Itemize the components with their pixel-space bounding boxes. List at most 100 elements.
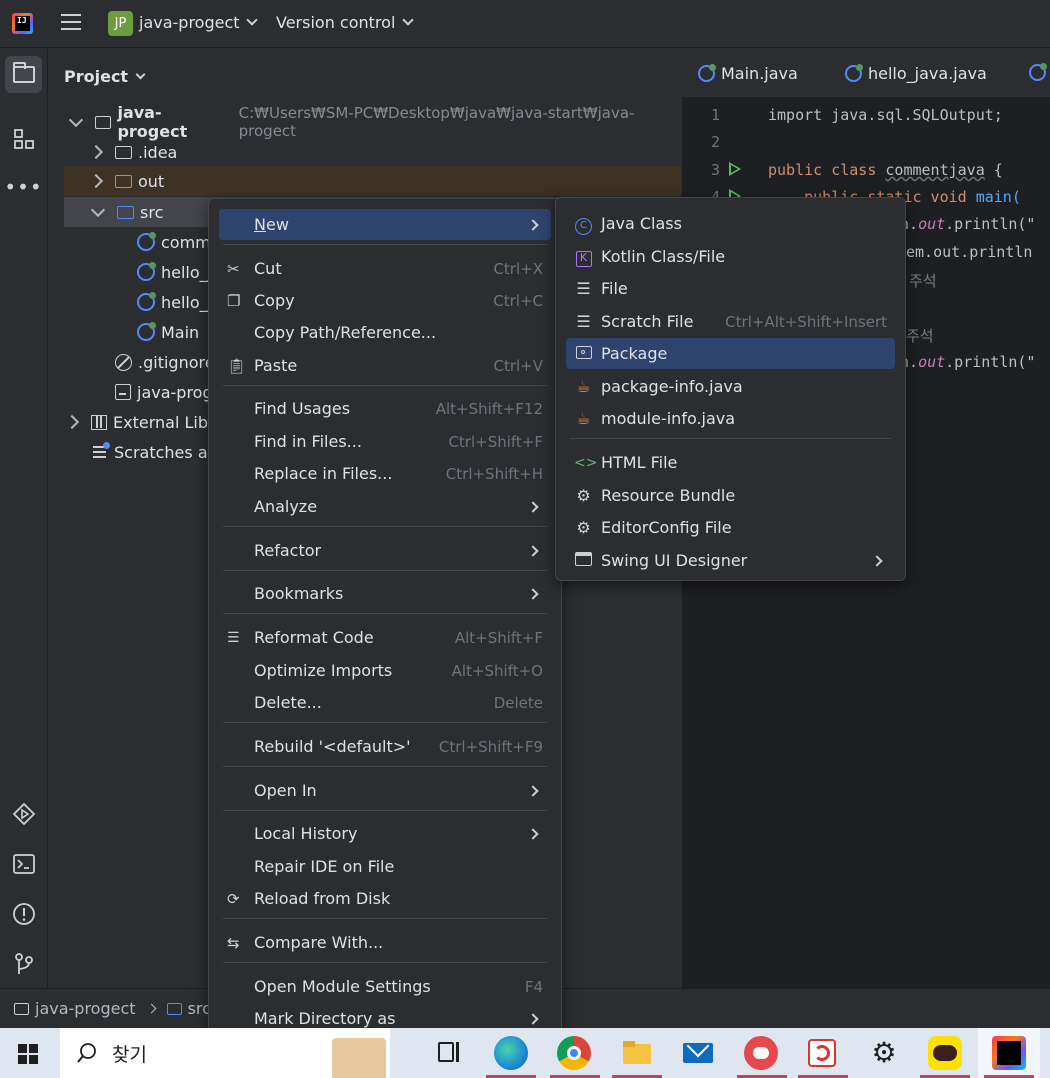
chevron-right-icon <box>64 414 80 430</box>
chrome-browser-icon[interactable] <box>557 1036 591 1070</box>
chevron-down-icon <box>68 112 83 128</box>
context-menu: New ✂ Cut Ctrl+X ❐ Copy Ctrl+C Copy Path/Ref… <box>208 198 562 1040</box>
tool-window-strip: ••• <box>0 48 48 988</box>
menu-item-compare-with[interactable]: ⇆ Compare With... <box>219 927 551 958</box>
project-badge[interactable]: JP <box>108 11 133 36</box>
breadcrumb-project[interactable]: java-progect <box>35 999 136 1018</box>
menu-item-open-in[interactable]: Open In <box>219 775 551 806</box>
menu-item-local-history[interactable]: Local History <box>219 818 551 849</box>
menu-item-analyze[interactable]: Analyze <box>219 491 551 522</box>
chevron-right-icon <box>527 500 539 513</box>
task-view-icon[interactable] <box>432 1036 466 1070</box>
more-icon: ••• <box>4 174 43 199</box>
menu-item-find-usages[interactable]: Find Usages Alt+Shift+F12 <box>219 393 551 424</box>
windows-taskbar: 찾기 ⚙ <box>0 1028 1050 1078</box>
chevron-right-icon <box>871 554 883 567</box>
project-tool-button[interactable] <box>5 56 42 93</box>
submenu-item-package-info[interactable]: ☕︎ package-info.java <box>566 371 895 402</box>
java-file-icon: ☕︎ <box>576 409 591 428</box>
editor-tabs: Main.java hello_java.java <box>682 48 1050 98</box>
menu-item-cut[interactable]: ✂ Cut Ctrl+X <box>219 253 551 284</box>
kakaotalk-icon[interactable] <box>928 1036 962 1070</box>
menu-item-delete[interactable]: Delete... Delete <box>219 687 551 718</box>
submenu-item-java-class[interactable]: C Java Class <box>566 208 895 239</box>
chevron-right-icon <box>88 144 104 160</box>
folder-icon <box>115 145 132 159</box>
menu-item-new[interactable]: New <box>219 209 551 240</box>
tree-root[interactable]: java-progect C:₩Users₩SM-PC₩Desktop₩java… <box>49 103 681 141</box>
vcs-selector[interactable]: Version control <box>276 13 415 32</box>
tab-main-java[interactable]: Main.java <box>698 64 798 83</box>
submenu-item-editorconfig[interactable]: ⚙ EditorConfig File <box>566 512 895 543</box>
tree-item-out[interactable]: out <box>64 166 681 196</box>
new-submenu: C Java Class K Kotlin Class/File ☰ File ☰ Sc… <box>555 197 906 581</box>
project-panel-header[interactable]: Project <box>64 67 146 86</box>
settings-gear-icon[interactable]: ⚙ <box>867 1036 901 1070</box>
java-class-icon <box>137 232 156 251</box>
submenu-item-scratch[interactable]: ☰ Scratch File Ctrl+Alt+Shift+Insert <box>566 306 895 337</box>
menu-item-paste[interactable]: 📋︎ Paste Ctrl+V <box>219 350 551 381</box>
tab-overflow[interactable] <box>1029 63 1050 81</box>
chat-bot-app-icon[interactable] <box>744 1036 778 1070</box>
java-class-icon <box>1029 63 1047 81</box>
submenu-item-file[interactable]: ☰ File <box>566 273 895 304</box>
chevron-right-icon <box>527 218 539 231</box>
submenu-item-module-info[interactable]: ☕︎ module-info.java <box>566 403 895 434</box>
intellij-logo-icon[interactable]: IJ <box>12 13 33 34</box>
menu-item-refactor[interactable]: Refactor <box>219 535 551 566</box>
submenu-item-html[interactable]: <> HTML File <box>566 447 895 478</box>
code-comment: 주석 <box>909 272 937 290</box>
git-branch-icon <box>14 952 33 974</box>
structure-icon <box>13 128 34 149</box>
breadcrumb: java-progect src <box>14 999 211 1018</box>
mail-icon[interactable] <box>681 1034 715 1070</box>
menu-item-optimize-imports[interactable]: Optimize Imports Alt+Shift+O <box>219 655 551 686</box>
file-explorer-icon[interactable] <box>620 1036 654 1070</box>
scratch-file-icon: ☰ <box>576 312 591 331</box>
tree-item-idea[interactable]: .idea <box>49 137 681 167</box>
main-menu-icon[interactable] <box>61 14 81 32</box>
terminal-icon <box>12 853 35 874</box>
menu-item-reformat-code[interactable]: ☰ Reformat Code Alt+Shift+F <box>219 622 551 653</box>
menu-item-find-in-files[interactable]: Find in Files... Ctrl+Shift+F <box>219 426 551 457</box>
chevron-right-icon <box>527 587 539 600</box>
menu-item-reload-from-disk[interactable]: ⟳ Reload from Disk <box>219 883 551 914</box>
submenu-item-kotlin[interactable]: K Kotlin Class/File <box>566 241 895 272</box>
sync-app-icon[interactable] <box>805 1036 839 1070</box>
problems-icon <box>12 902 35 925</box>
paste-icon: 📋︎ <box>227 356 247 375</box>
menu-item-bookmarks[interactable]: Bookmarks <box>219 578 551 609</box>
intellij-taskbar-icon[interactable] <box>992 1036 1026 1070</box>
run-gutter-icon[interactable] <box>729 162 741 176</box>
reformat-icon: ☰ <box>227 629 240 646</box>
code-line: em.out.println <box>906 243 1033 261</box>
line-number: 2 <box>710 133 720 151</box>
menu-item-module-settings[interactable]: Open Module Settings F4 <box>219 971 551 1002</box>
ignored-file-icon <box>115 353 132 371</box>
chevron-down-icon <box>245 14 258 26</box>
menu-item-copy-path[interactable]: Copy Path/Reference... <box>219 317 551 348</box>
menu-item-repair-ide[interactable]: Repair IDE on File <box>219 851 551 882</box>
windows-start-icon[interactable] <box>18 1044 38 1064</box>
problems-tool-button[interactable] <box>5 895 42 932</box>
terminal-tool-button[interactable] <box>5 845 42 882</box>
services-tool-button[interactable] <box>5 795 42 832</box>
structure-tool-button[interactable] <box>5 120 42 157</box>
submenu-item-package[interactable]: Package <box>566 338 895 369</box>
library-icon <box>91 414 107 430</box>
project-selector[interactable]: java-progect <box>139 13 258 32</box>
menu-item-replace-in-files[interactable]: Replace in Files... Ctrl+Shift+H <box>219 458 551 489</box>
java-class-icon <box>845 64 863 82</box>
git-tool-button[interactable] <box>5 945 42 982</box>
line-number: 1 <box>710 106 720 124</box>
edge-browser-icon[interactable] <box>494 1036 528 1070</box>
menu-item-rebuild[interactable]: Rebuild '<default>' Ctrl+Shift+F9 <box>219 731 551 762</box>
search-highlight-image <box>332 1038 386 1078</box>
more-tools-button[interactable]: ••• <box>4 168 43 205</box>
taskbar-search[interactable]: 찾기 <box>60 1028 390 1078</box>
submenu-item-resource-bundle[interactable]: ⚙ Resource Bundle <box>566 480 895 511</box>
submenu-item-swing[interactable]: Swing UI Designer <box>566 545 895 576</box>
source-folder-icon <box>166 1002 182 1015</box>
menu-item-copy[interactable]: ❐ Copy Ctrl+C <box>219 285 551 316</box>
tab-hello-java[interactable]: hello_java.java <box>845 64 987 83</box>
